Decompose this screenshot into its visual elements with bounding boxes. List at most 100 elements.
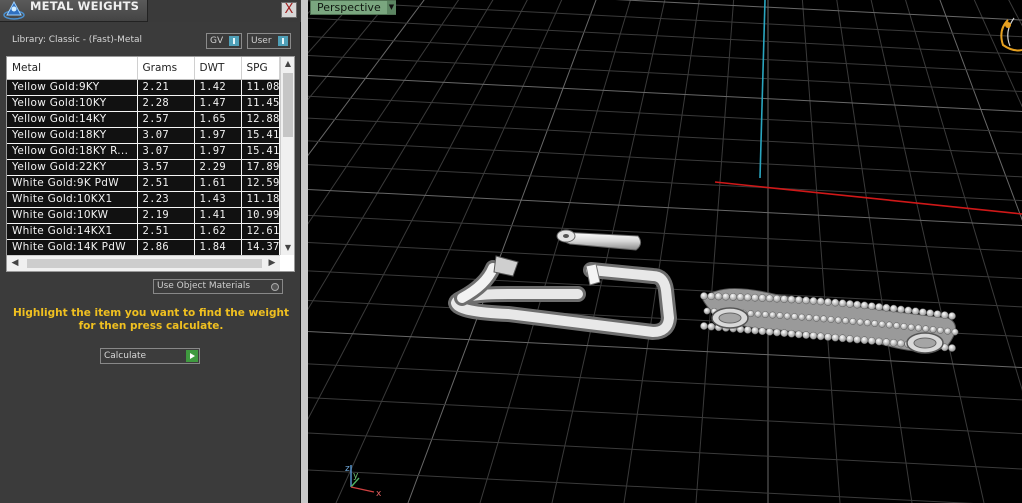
viewport-label-text: Perspective bbox=[317, 1, 381, 14]
vertical-scroll-thumb[interactable] bbox=[283, 73, 293, 137]
toggle-indicator-icon bbox=[278, 36, 288, 46]
scroll-right-icon[interactable]: ▶ bbox=[265, 256, 279, 271]
table-cell: Yellow Gold:18KY R... bbox=[7, 143, 138, 160]
table-cell: 2.86 bbox=[137, 239, 195, 256]
viewport-label[interactable]: Perspective ▼ bbox=[310, 0, 396, 15]
table-row[interactable]: Yellow Gold:14KY 2.57 1.65 12.88 bbox=[7, 111, 280, 128]
perspective-viewport[interactable]: z y x Perspective ▼ bbox=[308, 0, 1022, 503]
table-cell: 2.51 bbox=[137, 175, 195, 192]
calculate-button[interactable]: Calculate bbox=[100, 348, 200, 364]
table-cell: 1.62 bbox=[194, 223, 242, 240]
chain-link-model[interactable] bbox=[700, 288, 959, 354]
table-cell: White Gold:9K PdW bbox=[7, 175, 138, 192]
radio-icon[interactable] bbox=[271, 283, 279, 291]
table-row[interactable]: White Gold:14KX1 2.51 1.62 12.61 bbox=[7, 223, 280, 240]
table-cell: 11.08 bbox=[241, 79, 280, 96]
table-cell: 1.47 bbox=[194, 95, 242, 112]
table-cell: 15.41 bbox=[241, 143, 280, 160]
column-header-dwt[interactable]: DWT bbox=[194, 57, 242, 80]
table-cell: 2.23 bbox=[137, 191, 195, 208]
viewport-scene: z y x bbox=[308, 0, 1022, 503]
table-row[interactable]: Yellow Gold:18KY R... 3.07 1.97 15.41 bbox=[7, 143, 280, 160]
user-toggle[interactable]: User bbox=[247, 33, 291, 49]
use-object-materials-option[interactable]: Use Object Materials bbox=[153, 279, 283, 294]
instruction-text: Highlight the item you want to find the … bbox=[13, 307, 289, 332]
panel-divider[interactable] bbox=[301, 0, 308, 503]
panel-title-tab: METAL WEIGHTS bbox=[0, 0, 148, 22]
table-row[interactable]: White Gold:10KW 2.19 1.41 10.99 bbox=[7, 207, 280, 224]
library-label: Library: Classic - (Fast)-Metal bbox=[12, 35, 143, 45]
table-header-row: Metal Grams DWT SPG bbox=[7, 57, 280, 80]
table-cell: 2.29 bbox=[194, 159, 242, 176]
user-toggle-label: User bbox=[251, 36, 272, 46]
table-cell: Yellow Gold:18KY bbox=[7, 127, 138, 144]
play-icon bbox=[186, 350, 198, 362]
table-cell: 1.84 bbox=[194, 239, 242, 256]
y-axis-line bbox=[759, 0, 766, 179]
horizontal-scrollbar[interactable]: ◀ ▶ bbox=[7, 255, 280, 271]
table-cell: 17.89 bbox=[241, 159, 280, 176]
scroll-down-icon[interactable]: ▼ bbox=[281, 241, 294, 255]
table-cell: 1.97 bbox=[194, 143, 242, 160]
table-cell: 15.41 bbox=[241, 127, 280, 144]
axis-gizmo: z y x bbox=[345, 464, 382, 499]
table-cell: White Gold:10KW bbox=[7, 207, 138, 224]
table-cell: 3.57 bbox=[137, 159, 195, 176]
table-cell: 2.28 bbox=[137, 95, 195, 112]
table-cell: White Gold:10KX1 bbox=[7, 191, 138, 208]
table-cell: White Gold:14KX1 bbox=[7, 223, 138, 240]
use-object-materials-label: Use Object Materials bbox=[157, 281, 251, 291]
table-cell: 2.19 bbox=[137, 207, 195, 224]
vertical-scrollbar[interactable]: ▲ ▼ bbox=[280, 57, 294, 255]
dropdown-arrow-icon[interactable]: ▼ bbox=[387, 1, 396, 14]
scroll-left-icon[interactable]: ◀ bbox=[8, 256, 22, 271]
table-cell: Yellow Gold:9KY bbox=[7, 79, 138, 96]
metal-table-container: Metal Grams DWT SPG Yellow Gold:9KY 2.21 1… bbox=[6, 56, 295, 272]
table-row[interactable]: White Gold:9K PdW 2.51 1.61 12.59 bbox=[7, 175, 280, 192]
table-cell: 1.42 bbox=[194, 79, 242, 96]
panel-titlebar: METAL WEIGHTS X bbox=[0, 0, 301, 22]
app-logo-icon bbox=[3, 0, 25, 20]
table-cell: 2.51 bbox=[137, 223, 195, 240]
table-cell: 1.41 bbox=[194, 207, 242, 224]
gv-toggle-label: GV bbox=[210, 36, 224, 46]
scroll-up-icon[interactable]: ▲ bbox=[281, 57, 294, 71]
table-row[interactable]: White Gold:10KX1 2.23 1.43 11.18 bbox=[7, 191, 280, 208]
table-cell: 12.59 bbox=[241, 175, 280, 192]
table-cell: 12.88 bbox=[241, 111, 280, 128]
gv-toggle[interactable]: GV bbox=[206, 33, 242, 49]
table-cell: Yellow Gold:10KY bbox=[7, 95, 138, 112]
table-cell: 10.99 bbox=[241, 207, 280, 224]
column-header-spg[interactable]: SPG bbox=[241, 57, 280, 80]
table-row[interactable]: Yellow Gold:18KY 3.07 1.97 15.41 bbox=[7, 127, 280, 144]
close-button[interactable]: X bbox=[281, 2, 297, 18]
calculate-label: Calculate bbox=[104, 351, 147, 361]
table-cell: 11.18 bbox=[241, 191, 280, 208]
panel-title: METAL WEIGHTS bbox=[30, 0, 140, 13]
table-row[interactable]: Yellow Gold:9KY 2.21 1.42 11.08 bbox=[7, 79, 280, 96]
table-cell: 2.57 bbox=[137, 111, 195, 128]
column-header-grams[interactable]: Grams bbox=[137, 57, 195, 80]
table-row[interactable]: Yellow Gold:22KY 3.57 2.29 17.89 bbox=[7, 159, 280, 176]
axis-label-y: y bbox=[353, 471, 359, 481]
axis-label-z: z bbox=[345, 464, 350, 474]
toggle-indicator-icon bbox=[229, 36, 239, 46]
axis-label-x: x bbox=[376, 489, 382, 499]
floor-grid bbox=[308, 0, 1022, 503]
table-row[interactable]: White Gold:14K PdW 2.86 1.84 14.37 bbox=[7, 239, 280, 256]
table-cell: 1.97 bbox=[194, 127, 242, 144]
horizontal-scroll-thumb[interactable] bbox=[27, 259, 262, 268]
table-cell: 12.61 bbox=[241, 223, 280, 240]
table-cell: 14.37 bbox=[241, 239, 280, 256]
table-cell: 1.61 bbox=[194, 175, 242, 192]
app-window: METAL WEIGHTS X Library: Classic - (Fast… bbox=[0, 0, 1022, 503]
table-cell: 2.21 bbox=[137, 79, 195, 96]
view-navigator-icon[interactable] bbox=[1000, 17, 1022, 52]
table-cell: 1.65 bbox=[194, 111, 242, 128]
table-cell: White Gold:14K PdW bbox=[7, 239, 138, 256]
column-header-metal[interactable]: Metal bbox=[7, 57, 138, 80]
table-cell: Yellow Gold:14KY bbox=[7, 111, 138, 128]
table-cell: 1.43 bbox=[194, 191, 242, 208]
table-row[interactable]: Yellow Gold:10KY 2.28 1.47 11.45 bbox=[7, 95, 280, 112]
table-cell: 3.07 bbox=[137, 143, 195, 160]
